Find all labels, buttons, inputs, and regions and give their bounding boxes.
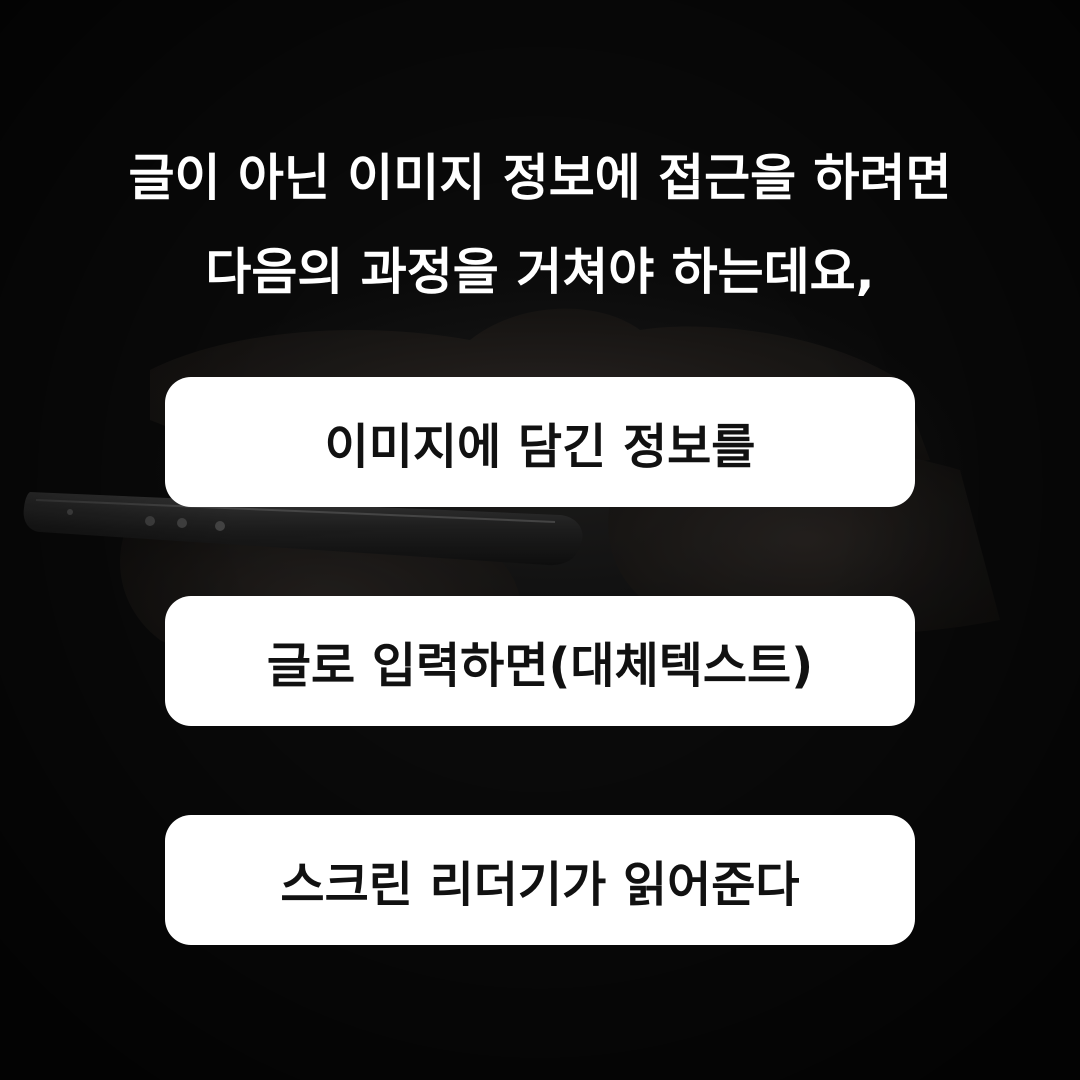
heading-line-1: 글이 아닌 이미지 정보에 접근을 하려면 [128,149,952,207]
heading-line-2: 다음의 과정을 거쳐야 하는데요, [205,243,875,301]
step-box-1: 이미지에 담긴 정보를 [165,377,915,507]
step-box-2: 글로 입력하면(대체텍스트) [165,596,915,726]
step-label-3: 스크린 리더기가 읽어준다 [280,857,800,913]
card-canvas: 글이 아닌 이미지 정보에 접근을 하려면 다음의 과정을 거쳐야 하는데요, … [0,0,1080,1080]
step-label-2: 글로 입력하면(대체텍스트) [266,638,814,694]
step-label-1: 이미지에 담긴 정보를 [324,419,756,475]
step-box-3: 스크린 리더기가 읽어준다 [165,815,915,945]
